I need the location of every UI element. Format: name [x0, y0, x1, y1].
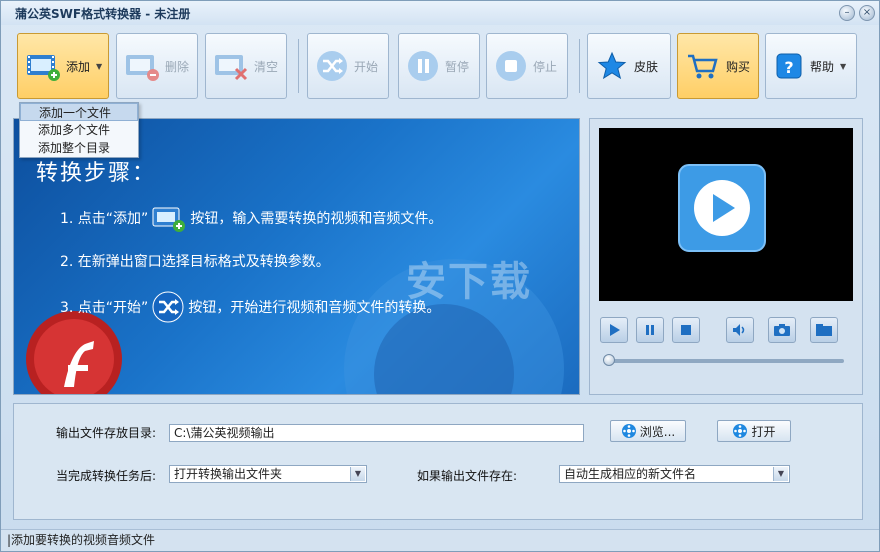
player-stop-button[interactable]: [672, 317, 700, 343]
output-dir-input[interactable]: C:\蒲公英视频输出: [169, 424, 584, 442]
after-task-label: 当完成转换任务后:: [56, 469, 157, 483]
play-icon: [610, 324, 620, 336]
step-1: 1. 点击“添加” 按钮，输入需要转换的视频和音频文件。: [60, 204, 442, 232]
stop-label: 停止: [533, 59, 558, 74]
film-delete-icon: [126, 55, 159, 81]
open-button[interactable]: 打开: [717, 420, 791, 442]
add-label: 添加: [66, 59, 91, 74]
pause-icon: [408, 51, 438, 81]
toolbar-separator: [298, 39, 299, 93]
start-label: 开始: [354, 59, 379, 74]
menu-item-add-directory[interactable]: 添加整个目录: [20, 139, 138, 157]
start-button[interactable]: 开始: [307, 33, 389, 99]
volume-button[interactable]: [726, 317, 754, 343]
toolbar: 添加 ▼ 删除 清空 开始 暂停 停止 皮肤 购买 ? 帮助 ▼: [9, 29, 871, 103]
if-exists-value: 自动生成相应的新文件名: [564, 467, 697, 481]
if-exists-select[interactable]: 自动生成相应的新文件名 ▼: [559, 465, 790, 483]
title-bar: 蒲公英SWF格式转换器 - 未注册 – ×: [1, 1, 879, 25]
watermark-text: 安下载: [406, 259, 532, 305]
play-logo-icon: [678, 164, 766, 252]
add-button[interactable]: 添加 ▼: [17, 33, 109, 99]
pause-button[interactable]: 暂停: [398, 33, 480, 99]
video-preview: [599, 128, 853, 301]
chevron-down-icon: ▼: [840, 61, 847, 71]
stop-button[interactable]: 停止: [486, 33, 568, 99]
help-label: 帮助: [810, 59, 835, 74]
snapshot-button[interactable]: [768, 317, 796, 343]
player-panel: [589, 118, 863, 395]
app-window: 蒲公英SWF格式转换器 - 未注册 – × 添加 ▼ 删除 清空 开始 暂停 停…: [0, 0, 880, 552]
seek-track[interactable]: [606, 359, 844, 363]
after-task-value: 打开转换输出文件夹: [174, 467, 283, 481]
delete-label: 删除: [165, 59, 190, 74]
minimize-button[interactable]: –: [839, 5, 855, 21]
film-reel-icon: [621, 424, 636, 438]
browse-button[interactable]: 浏览...: [610, 420, 686, 442]
pause-label: 暂停: [445, 59, 470, 74]
toolbar-separator: [579, 39, 580, 93]
open-label: 打开: [751, 424, 776, 439]
stop-icon: [496, 51, 526, 81]
window-title: 蒲公英SWF格式转换器 - 未注册: [15, 6, 191, 21]
stop-icon: [681, 325, 691, 335]
shuffle-icon: [317, 51, 347, 81]
menu-item-add-one-file[interactable]: 添加一个文件: [20, 103, 138, 121]
chevron-down-icon: ▼: [773, 467, 788, 481]
menu-item-add-multiple-files[interactable]: 添加多个文件: [20, 121, 138, 139]
step-3-text-end: 按钮，开始进行视频和音频文件的转换。: [188, 300, 441, 316]
delete-button[interactable]: 删除: [116, 33, 198, 99]
skin-label: 皮肤: [634, 59, 659, 74]
shuffle-icon: [152, 291, 184, 323]
help-button[interactable]: ? 帮助 ▼: [765, 33, 857, 99]
after-task-select[interactable]: 打开转换输出文件夹 ▼: [169, 465, 367, 483]
clear-button[interactable]: 清空: [205, 33, 287, 99]
clear-label: 清空: [254, 59, 279, 74]
step-1-text-end: 按钮，输入需要转换的视频和音频文件。: [190, 211, 443, 227]
camera-icon: [774, 324, 790, 336]
step-2-text: 2. 在新弹出窗口选择目标格式及转换参数。: [60, 254, 330, 270]
folder-icon: [816, 324, 832, 336]
film-add-icon: [27, 55, 60, 81]
film-clear-icon: [215, 55, 248, 81]
seek-knob[interactable]: [603, 354, 615, 366]
step-3-text: 3. 点击“开始”: [60, 300, 149, 316]
settings-panel: 输出文件存放目录: C:\蒲公英视频输出 浏览... 打开 当完成转换任务后: …: [13, 403, 863, 520]
status-bar: |添加要转换的视频音频文件: [1, 529, 879, 551]
volume-icon: [733, 324, 745, 336]
steps-title: 转换步骤：: [36, 161, 157, 186]
output-dir-label: 输出文件存放目录:: [56, 426, 157, 440]
svg-text:?: ?: [784, 58, 793, 77]
if-exists-label: 如果输出文件存在:: [417, 469, 518, 483]
film-reel-icon: [733, 424, 748, 438]
film-add-icon: [152, 207, 186, 232]
browse-label: 浏览...: [639, 424, 676, 439]
step-3: 3. 点击“开始” 按钮，开始进行视频和音频文件的转换。: [60, 291, 440, 323]
help-icon: ?: [776, 53, 802, 79]
step-1-text: 1. 点击“添加”: [60, 211, 149, 227]
step-2: 2. 在新弹出窗口选择目标格式及转换参数。: [60, 251, 330, 271]
folder-button[interactable]: [810, 317, 838, 343]
chevron-down-icon: ▼: [350, 467, 365, 481]
close-button[interactable]: ×: [859, 5, 875, 21]
pause-icon: [646, 325, 654, 335]
chevron-down-icon: ▼: [96, 61, 103, 71]
skin-button[interactable]: 皮肤: [587, 33, 671, 99]
play-button[interactable]: [600, 317, 628, 343]
shopping-cart-icon: [688, 54, 718, 79]
player-pause-button[interactable]: [636, 317, 664, 343]
add-menu: 添加一个文件 添加多个文件 添加整个目录: [19, 102, 139, 158]
guide-panel: 转换步骤： 1. 点击“添加” 按钮，输入需要转换的视频和音频文件。 2. 在新…: [13, 118, 580, 395]
buy-label: 购买: [726, 59, 751, 74]
star-icon: [597, 51, 627, 80]
buy-button[interactable]: 购买: [677, 33, 759, 99]
